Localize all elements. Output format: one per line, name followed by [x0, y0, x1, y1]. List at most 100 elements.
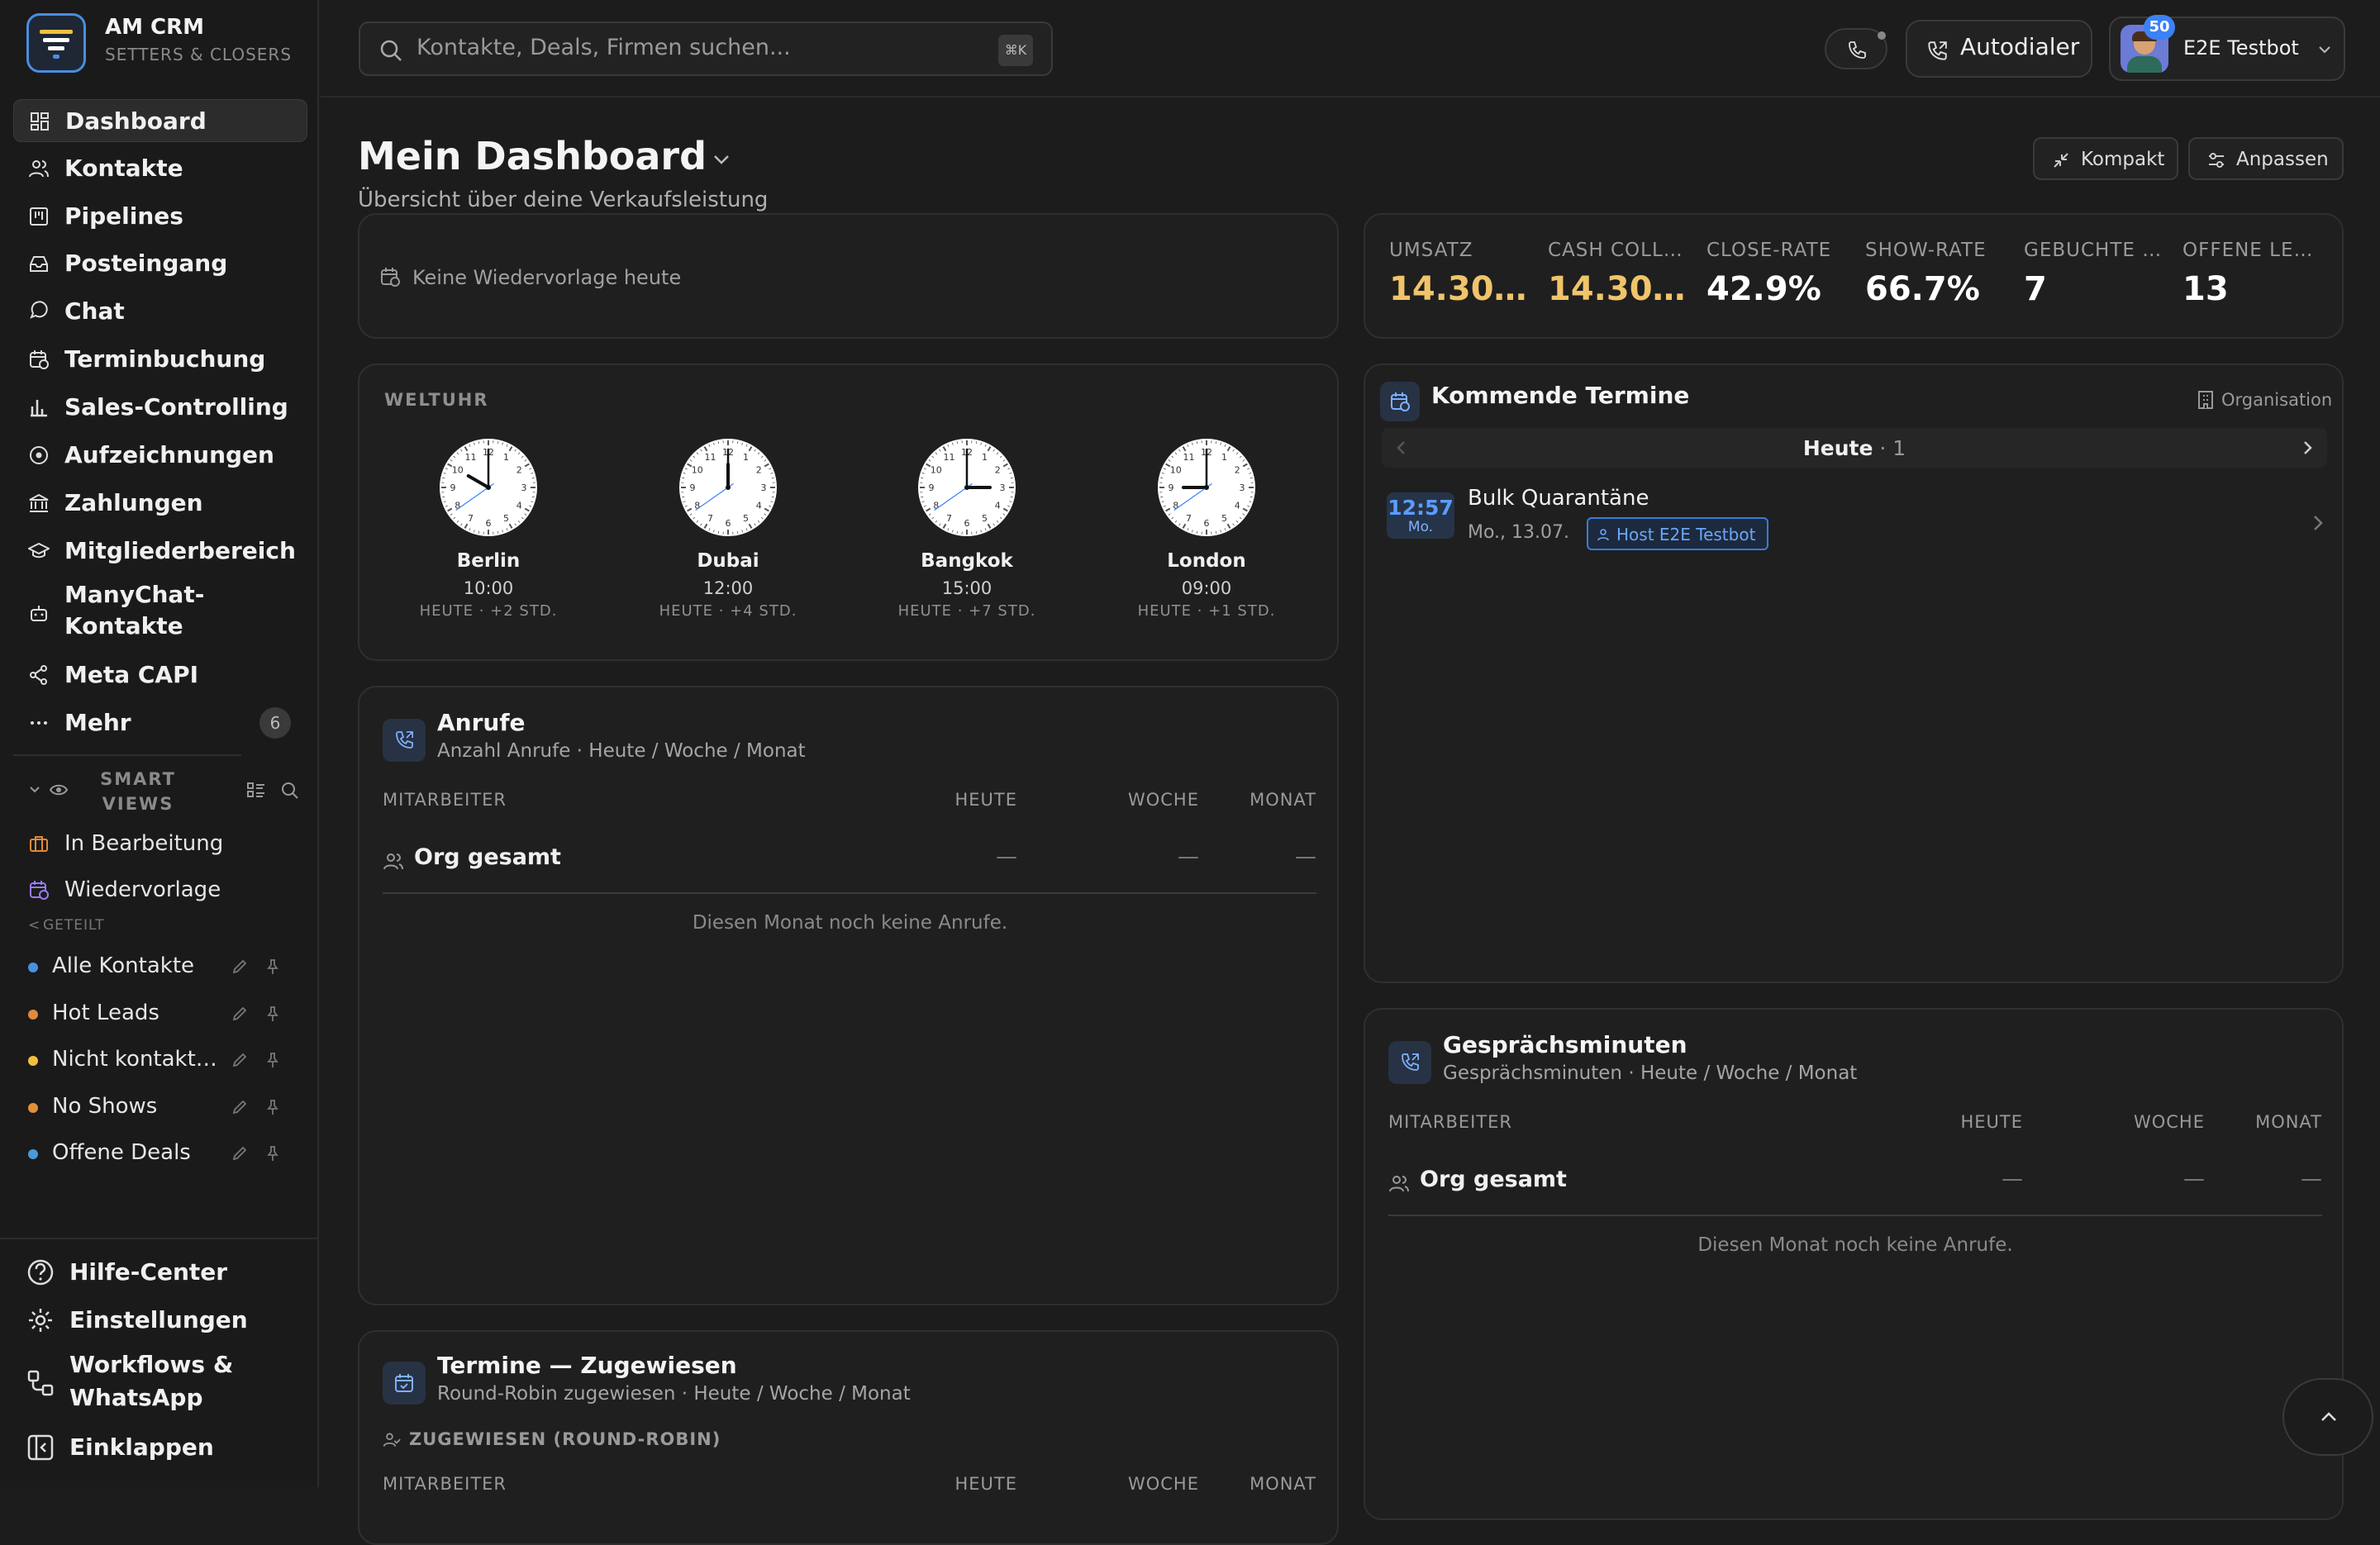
- nav-item-pipelines[interactable]: Pipelines: [13, 195, 307, 238]
- pencil-icon[interactable]: [231, 1145, 248, 1162]
- pencil-icon[interactable]: [231, 1052, 248, 1068]
- nav-item-workflows-whatsapp[interactable]: Workflows & WhatsApp: [13, 1348, 307, 1418]
- day-switcher: Heute · 1: [1382, 428, 2327, 468]
- chevron-right-icon[interactable]: [2301, 440, 2314, 456]
- user-name: E2E Testbot: [2183, 36, 2299, 59]
- eye-icon[interactable]: [50, 782, 68, 798]
- svg-text:1: 1: [982, 452, 988, 463]
- nav-item-zahlungen[interactable]: Zahlungen: [13, 482, 307, 525]
- svg-text:9: 9: [929, 483, 935, 493]
- svg-text:5: 5: [743, 513, 749, 524]
- pencil-icon[interactable]: [231, 1099, 248, 1115]
- calendar-clock-icon: [28, 879, 50, 901]
- pencil-icon[interactable]: [231, 958, 248, 975]
- clock-offset: HEUTE · +2 STD.: [389, 602, 588, 620]
- nav-item-label: Terminbuchung: [64, 344, 265, 375]
- pencil-icon[interactable]: [231, 1005, 248, 1022]
- nav-item-label: Mehr: [64, 707, 131, 739]
- svg-text:1: 1: [1221, 452, 1227, 463]
- chevron-down-icon[interactable]: [711, 150, 732, 169]
- app-logo[interactable]: [26, 13, 86, 73]
- smart-view-wiedervorlage[interactable]: Wiedervorlage: [13, 871, 307, 910]
- assigned-appointments-card: Termine — Zugewiesen Round-Robin zugewie…: [358, 1330, 1339, 1545]
- nav-item-label: Sales-Controlling: [64, 392, 288, 423]
- analog-clock-icon: 123456789101112: [439, 438, 538, 537]
- shared-view-hot-leads[interactable]: Hot Leads: [13, 994, 307, 1034]
- global-search[interactable]: Kontakte, Deals, Firmen suchen... ⌘K: [359, 21, 1053, 76]
- svg-text:11: 11: [465, 452, 477, 463]
- nav-item-aufzeichnungen[interactable]: Aufzeichnungen: [13, 434, 307, 477]
- search-icon[interactable]: [280, 781, 300, 801]
- appointment-item[interactable]: 12:57 Mo. Bulk Quarantäne Mo., 13.07. Ho…: [1375, 478, 2334, 565]
- nav-item-mehr[interactable]: Mehr6: [13, 701, 307, 744]
- customize-button[interactable]: Anpassen: [2188, 137, 2344, 180]
- minutes-month-value: —: [2241, 1167, 2322, 1191]
- nav-item-hilfe-center[interactable]: Hilfe-Center: [13, 1254, 307, 1291]
- shared-view-label: Nicht kontakt…: [52, 1047, 217, 1072]
- nav-item-einklappen[interactable]: Einklappen: [13, 1429, 307, 1466]
- nav-item-label: Mitgliederbereich: [64, 535, 296, 567]
- kpi-label: OFFENE LE…: [2182, 240, 2314, 261]
- calendar-check-icon: [393, 1372, 415, 1394]
- minutes-week-value: —: [2109, 1167, 2205, 1191]
- col-employee: MITARBEITER: [383, 790, 507, 810]
- clock-time: 12:00: [645, 578, 811, 598]
- nav-item-chat[interactable]: Chat: [13, 290, 307, 333]
- svg-text:10: 10: [452, 465, 464, 476]
- scroll-top-button[interactable]: [2282, 1378, 2373, 1456]
- status-dot: [1878, 31, 1886, 40]
- graduation-cap-icon: [28, 540, 50, 562]
- pin-icon[interactable]: [264, 1005, 281, 1022]
- svg-text:5: 5: [503, 513, 509, 524]
- minutes-icon-box: [1388, 1041, 1431, 1084]
- clock-city: Bangkok: [884, 550, 1050, 572]
- briefcase-icon: [28, 833, 50, 854]
- view-color-dot: [28, 1103, 38, 1113]
- shared-view-no-shows[interactable]: No Shows: [13, 1087, 307, 1127]
- view-color-dot: [28, 1056, 38, 1066]
- shared-views-heading: <GETEILT: [28, 917, 105, 934]
- shared-view-nicht-kontakt-[interactable]: Nicht kontakt…: [13, 1040, 307, 1080]
- autodialer-button[interactable]: Autodialer: [1906, 20, 2092, 78]
- nav-item-dashboard[interactable]: Dashboard: [13, 99, 307, 142]
- help-icon: [26, 1258, 55, 1286]
- nav-item-meta-capi[interactable]: Meta CAPI: [13, 654, 307, 696]
- nav-item-sales-controlling[interactable]: Sales-Controlling: [13, 386, 307, 429]
- calendar-clock-icon: [379, 266, 401, 288]
- search-placeholder: Kontakte, Deals, Firmen suchen...: [416, 35, 791, 60]
- phone-button[interactable]: [1825, 28, 1887, 69]
- list-settings-icon[interactable]: [246, 781, 266, 799]
- svg-text:10: 10: [1170, 465, 1182, 476]
- col-employee: MITARBEITER: [1388, 1112, 1512, 1132]
- chevron-down-icon[interactable]: [28, 783, 41, 796]
- pin-icon[interactable]: [264, 1052, 281, 1068]
- calls-subtitle: Anzahl Anrufe · Heute / Woche / Monat: [437, 740, 806, 762]
- col-today: HEUTE: [902, 1474, 1017, 1494]
- analog-clock-icon: 123456789101112: [678, 438, 778, 537]
- nav-divider: [13, 754, 241, 756]
- shared-view-alle-kontakte[interactable]: Alle Kontakte: [13, 947, 307, 986]
- nav-item-manychat-kontakte[interactable]: ManyChat-Kontakte: [13, 578, 307, 644]
- calls-today-value: —: [938, 844, 1017, 869]
- pin-icon[interactable]: [264, 958, 281, 975]
- col-month: MONAT: [1199, 790, 1316, 810]
- smart-view-in-bearbeitung[interactable]: In Bearbeitung: [13, 825, 307, 864]
- calls-icon-box: [383, 719, 426, 762]
- nav-item-terminbuchung[interactable]: Terminbuchung: [13, 338, 307, 381]
- shared-view-offene-deals[interactable]: Offene Deals: [13, 1134, 307, 1173]
- svg-text:4: 4: [756, 501, 762, 511]
- calls-month-value: —: [1235, 844, 1316, 869]
- nav-item-kontakte[interactable]: Kontakte: [13, 147, 307, 190]
- customize-label: Anpassen: [2236, 149, 2329, 170]
- appointments-scope[interactable]: Organisation: [2221, 390, 2332, 410]
- svg-text:3: 3: [761, 483, 767, 493]
- pin-icon[interactable]: [264, 1099, 281, 1115]
- nav-item-posteingang[interactable]: Posteingang: [13, 242, 307, 285]
- nav-item-mitgliederbereich[interactable]: Mitgliederbereich: [13, 530, 307, 573]
- compact-button[interactable]: Kompakt: [2033, 137, 2178, 180]
- clock-time: 09:00: [1124, 578, 1289, 598]
- user-icon: [1597, 528, 1610, 541]
- pin-icon[interactable]: [264, 1145, 281, 1162]
- nav-item-einstellungen[interactable]: Einstellungen: [13, 1302, 307, 1338]
- user-menu[interactable]: 50 E2E Testbot: [2109, 17, 2345, 81]
